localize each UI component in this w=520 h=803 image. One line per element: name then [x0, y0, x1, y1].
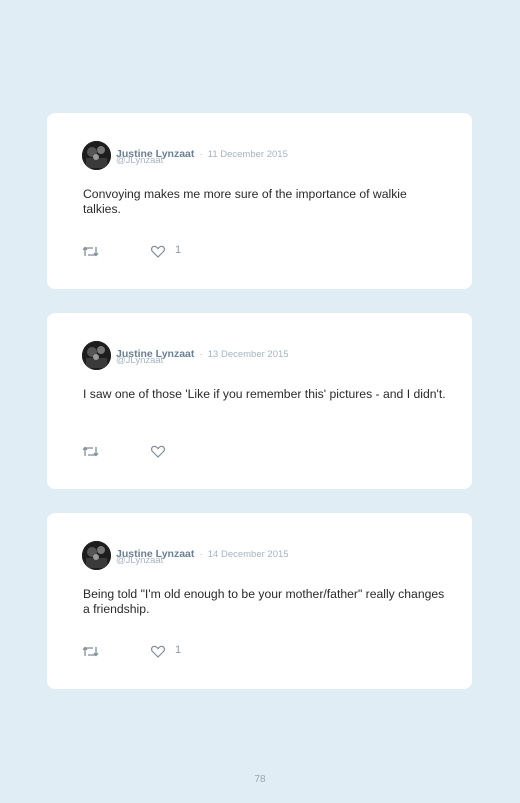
author-handle[interactable]: @JLynzaat [116, 355, 163, 366]
tweet-text: Being told "I'm old enough to be your mo… [83, 587, 445, 616]
heart-icon[interactable] [151, 445, 165, 458]
separator: · [199, 549, 203, 560]
page-number: 78 [254, 774, 266, 785]
avatar[interactable] [82, 541, 111, 570]
avatar[interactable] [82, 341, 111, 370]
tweet-date[interactable]: 14 December 2015 [208, 549, 289, 560]
like-count: 1 [175, 244, 182, 256]
tweet-date[interactable]: 13 December 2015 [208, 349, 289, 360]
separator: · [199, 149, 203, 160]
separator: · [199, 349, 203, 360]
tweet-text: I saw one of those 'Like if you remember… [83, 387, 446, 401]
author-handle[interactable]: @JLynzaat [116, 555, 163, 566]
tweet-card: Justine Lynzaat · 11 December 2015 @JLyn… [47, 113, 472, 289]
tweet-card: Justine Lynzaat · 14 December 2015 @JLyn… [47, 513, 472, 689]
tweet-date[interactable]: 11 December 2015 [208, 149, 288, 160]
like-count: 1 [175, 644, 182, 656]
avatar[interactable] [82, 141, 111, 170]
retweet-icon[interactable] [82, 245, 99, 258]
retweet-icon[interactable] [82, 445, 99, 458]
tweet-card: Justine Lynzaat · 13 December 2015 @JLyn… [47, 313, 472, 489]
tweet-text: Convoying makes me more sure of the impo… [83, 187, 407, 216]
retweet-icon[interactable] [82, 645, 99, 658]
author-handle[interactable]: @JLynzaat [116, 155, 163, 166]
heart-icon[interactable] [151, 245, 165, 258]
heart-icon[interactable] [151, 645, 165, 658]
